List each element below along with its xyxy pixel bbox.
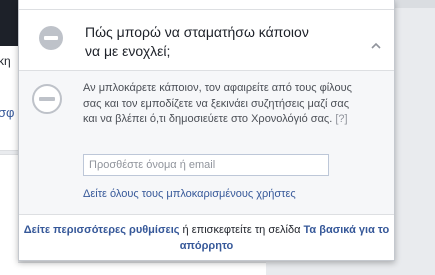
background-bottom-card (18, 262, 266, 275)
block-name-input[interactable] (83, 154, 329, 176)
help-marker[interactable]: [?] (335, 113, 347, 125)
block-section: Αν μπλοκάρετε κάποιον, τον αφαιρείτε από… (19, 70, 394, 215)
background-text-fragment: κη (0, 54, 11, 68)
block-description-text: Αν μπλοκάρετε κάποιον, τον αφαιρείτε από… (83, 82, 352, 125)
block-description: Αν μπλοκάρετε κάποιον, τον αφαιρείτε από… (83, 81, 353, 128)
blocked-user-icon (32, 84, 62, 114)
minus-circle-icon (39, 26, 63, 50)
background-link-fragment[interactable]: σφ (0, 105, 14, 120)
background-right-shade (395, 0, 435, 8)
background-right-area (395, 0, 435, 274)
privacy-shortcuts-panel: Πώς μπορώ να σταματήσω κάποιον να με ενο… (18, 0, 395, 261)
see-all-blocked-link[interactable]: Δείτε όλους τους μπλοκαρισμένους χρήστες (83, 188, 296, 200)
block-question-row[interactable]: Πώς μπορώ να σταματήσω κάποιον να με ενο… (19, 10, 394, 70)
footer-connector-text: ή επισκεφτείτε τη σελίδα (179, 224, 304, 236)
background-header (0, 0, 18, 46)
panel-footer: Δείτε περισσότερες ρυθμίσεις ή επισκεφτε… (19, 214, 394, 260)
question-title: Πώς μπορώ να σταματήσω κάποιον να με ενο… (85, 24, 309, 59)
chevron-up-icon[interactable] (371, 41, 381, 51)
background-card-lower (0, 154, 18, 275)
more-settings-link[interactable]: Δείτε περισσότερες ρυθμίσεις (24, 224, 180, 236)
